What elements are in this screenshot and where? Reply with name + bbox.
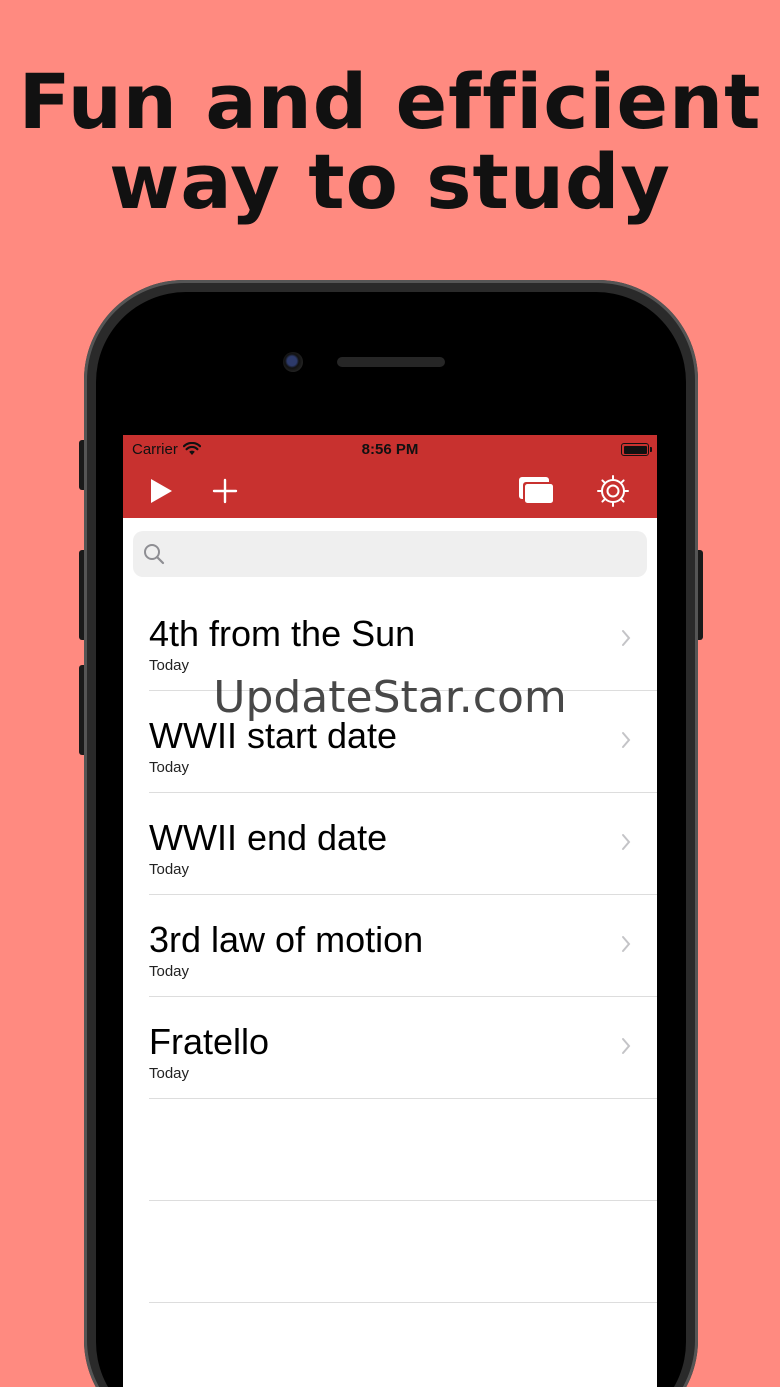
list-item-title: 4th from the Sun [149,613,416,654]
plus-icon [212,478,238,504]
list-item-date: Today [149,657,190,674]
wifi-icon [182,442,201,455]
phone-screen: Carrier 8:56 PM 4th from the Sun Today W… [123,435,657,1387]
status-bar: Carrier 8:56 PM [123,435,657,463]
list-item-title: WWII end date [149,817,388,858]
list-item[interactable]: Fratello Today [149,997,657,1099]
add-button[interactable] [205,473,245,509]
chevron-right-icon [622,1038,631,1054]
chevron-right-icon [622,834,631,850]
earpiece-speaker [337,357,445,367]
list-item-title: Fratello [149,1021,270,1062]
headline-line-1: Fun and efficient [18,57,762,146]
list-item-title: WWII start date [149,715,398,756]
study-list: 4th from the Sun Today WWII start date T… [123,589,657,1303]
search-bar[interactable] [133,531,647,577]
search-input[interactable] [173,542,647,566]
chevron-right-icon [622,630,631,646]
list-item-date: Today [149,759,190,776]
empty-row [149,1099,657,1201]
play-button[interactable] [141,473,181,509]
list-item[interactable]: 4th from the Sun Today [149,589,657,691]
carrier-label: Carrier [132,440,178,458]
headline-line-2: way to study [109,137,671,226]
list-item[interactable]: 3rd law of motion Today [149,895,657,997]
status-time: 8:56 PM [361,440,419,458]
cards-icon [519,477,555,505]
empty-row [149,1201,657,1303]
toolbar [123,463,657,518]
play-icon [151,479,172,503]
battery-icon [621,443,652,456]
list-item[interactable]: WWII end date Today [149,793,657,895]
gear-icon [597,475,629,507]
list-item-title: 3rd law of motion [149,919,424,960]
front-camera [283,352,303,372]
carrier-info: Carrier [132,441,201,458]
search-container [123,518,657,577]
chevron-right-icon [622,732,631,748]
promo-headline: Fun and efficient way to study [0,62,780,222]
cards-button[interactable] [515,473,559,509]
list-item[interactable]: WWII start date Today [149,691,657,793]
search-icon [144,544,165,565]
list-item-date: Today [149,963,190,980]
settings-button[interactable] [593,473,633,509]
list-item-date: Today [149,1065,190,1082]
list-item-date: Today [149,861,190,878]
chevron-right-icon [622,936,631,952]
